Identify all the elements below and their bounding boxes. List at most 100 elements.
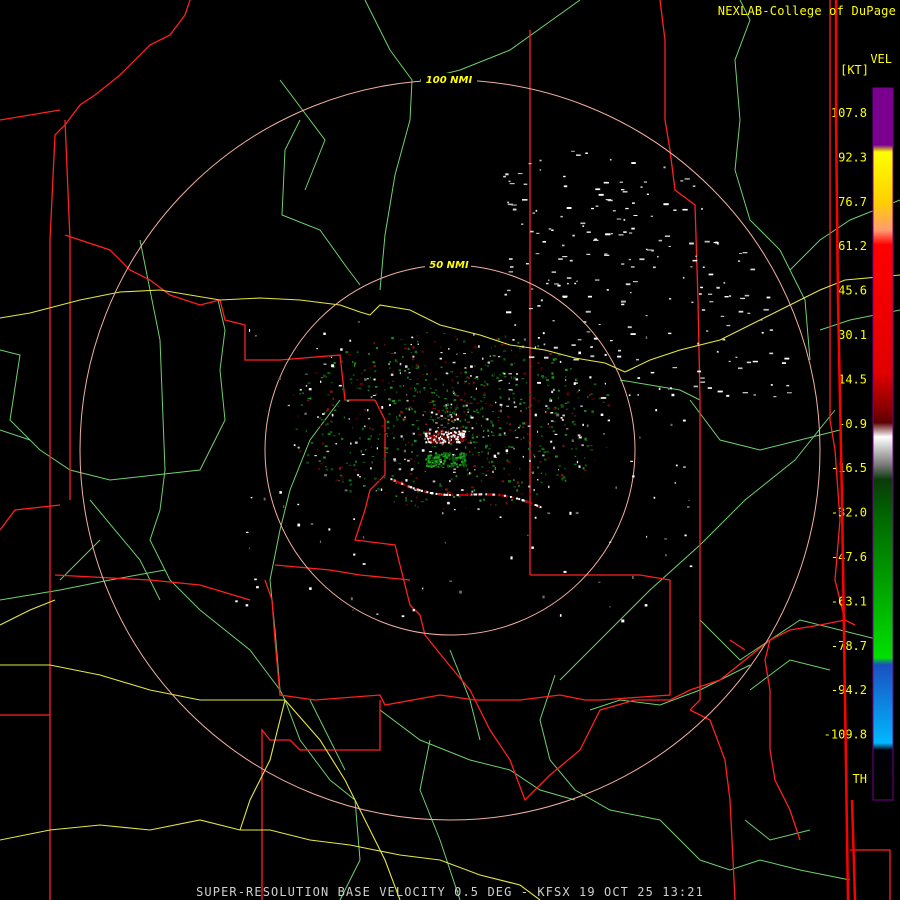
echo-pixel <box>434 407 436 409</box>
echo-pixel <box>428 432 431 435</box>
echo-pixel <box>606 394 610 396</box>
echo-pixel <box>370 435 372 438</box>
echo-pixel <box>433 438 436 441</box>
echo-pixel <box>773 396 777 398</box>
radar-map[interactable]: 100 NMI 50 NMI 107.892.376.761.245.630.1… <box>0 0 900 900</box>
echo-pixel <box>470 472 472 475</box>
echo-pixel <box>522 422 526 425</box>
echo-pixel <box>411 443 413 446</box>
echo-pixel <box>435 461 438 464</box>
echo-pixel <box>341 360 343 363</box>
echo-pixel <box>516 481 520 484</box>
echo-pixel <box>385 447 389 450</box>
echo-pixel <box>680 180 684 182</box>
echo-pixel <box>574 455 577 457</box>
echo-pixel <box>287 404 290 407</box>
echo-pixel <box>465 464 467 467</box>
echo-pixel <box>738 310 744 313</box>
echo-pixel <box>586 253 591 255</box>
echo-pixel <box>433 465 435 467</box>
echo-pixel <box>584 469 587 471</box>
echo-pixel <box>484 380 486 383</box>
echo-pixel <box>449 480 451 483</box>
echo-pixel <box>569 511 572 515</box>
echo-pixel <box>581 444 584 447</box>
echo-pixel <box>398 369 401 372</box>
echo-pixel <box>629 232 633 234</box>
echo-pixel <box>508 258 513 260</box>
echo-pixel <box>424 365 426 367</box>
echo-pixel <box>523 436 525 439</box>
echo-pixel <box>744 294 750 297</box>
product-code: VEL <box>870 52 892 66</box>
echo-pixel <box>415 496 418 499</box>
echo-pixel <box>421 449 425 452</box>
echo-pixel <box>534 516 537 519</box>
echo-pixel <box>704 240 710 243</box>
echo-pixel <box>429 402 432 404</box>
echo-pixel <box>421 373 425 375</box>
echo-pixel <box>480 424 482 427</box>
echo-pixel <box>385 452 388 453</box>
echo-pixel <box>439 484 442 487</box>
echo-pixel <box>453 471 456 473</box>
echo-pixel <box>539 426 543 428</box>
echo-pixel <box>468 383 471 385</box>
echo-pixel <box>605 446 608 448</box>
echo-pixel <box>407 459 410 462</box>
echo-pixel <box>338 467 341 470</box>
echo-pixel <box>486 418 489 421</box>
echo-pixel <box>617 355 622 358</box>
echo-pixel <box>521 223 524 225</box>
echo-pixel <box>693 385 698 388</box>
echo-pixel <box>549 352 552 355</box>
echo-pixel <box>448 454 451 457</box>
echo-pixel <box>433 436 436 439</box>
echo-pixel <box>459 398 463 401</box>
echo-pixel <box>742 392 748 394</box>
echo-pixel <box>395 495 398 497</box>
echo-pixel <box>643 181 647 183</box>
echo-pixel <box>393 501 395 503</box>
echo-pixel <box>536 504 539 507</box>
echo-pixel <box>471 490 474 493</box>
echo-pixel <box>471 370 474 373</box>
echo-pixel <box>327 432 331 436</box>
echo-pixel <box>462 404 465 408</box>
echo-pixel <box>434 378 437 381</box>
echo-pixel <box>416 491 420 493</box>
echo-pixel <box>492 411 494 413</box>
echo-pixel <box>550 420 554 422</box>
echo-pixel <box>523 347 526 350</box>
echo-pixel <box>766 296 771 299</box>
echo-pixel <box>375 347 379 350</box>
echo-pixel <box>419 390 421 393</box>
echo-pixel <box>508 397 510 401</box>
echo-pixel <box>471 427 474 430</box>
echo-pixel <box>564 384 567 387</box>
echo-pixel <box>578 351 581 355</box>
echo-pixel <box>503 467 505 470</box>
echo-pixel <box>548 228 552 230</box>
echo-pixel <box>692 259 698 262</box>
echo-pixel <box>537 381 541 384</box>
echo-pixel <box>456 418 459 421</box>
scale-label: -63.1 <box>831 594 867 608</box>
echo-pixel <box>606 289 609 291</box>
echo-pixel <box>586 231 591 233</box>
echo-pixel <box>407 368 410 370</box>
echo-pixel <box>340 348 343 351</box>
echo-pixel <box>443 459 446 462</box>
echo-pixel <box>491 434 495 437</box>
echo-pixel <box>432 420 434 423</box>
echo-pixel <box>673 209 677 211</box>
echo-pixel <box>490 457 492 459</box>
echo-pixel <box>450 462 453 465</box>
echo-pixel <box>541 435 543 437</box>
echo-pixel <box>487 361 490 364</box>
echo-pixel <box>403 483 405 486</box>
echo-pixel <box>575 447 577 450</box>
echo-pixel <box>361 427 364 431</box>
echo-pixel <box>320 418 324 421</box>
echo-pixel <box>531 288 534 290</box>
